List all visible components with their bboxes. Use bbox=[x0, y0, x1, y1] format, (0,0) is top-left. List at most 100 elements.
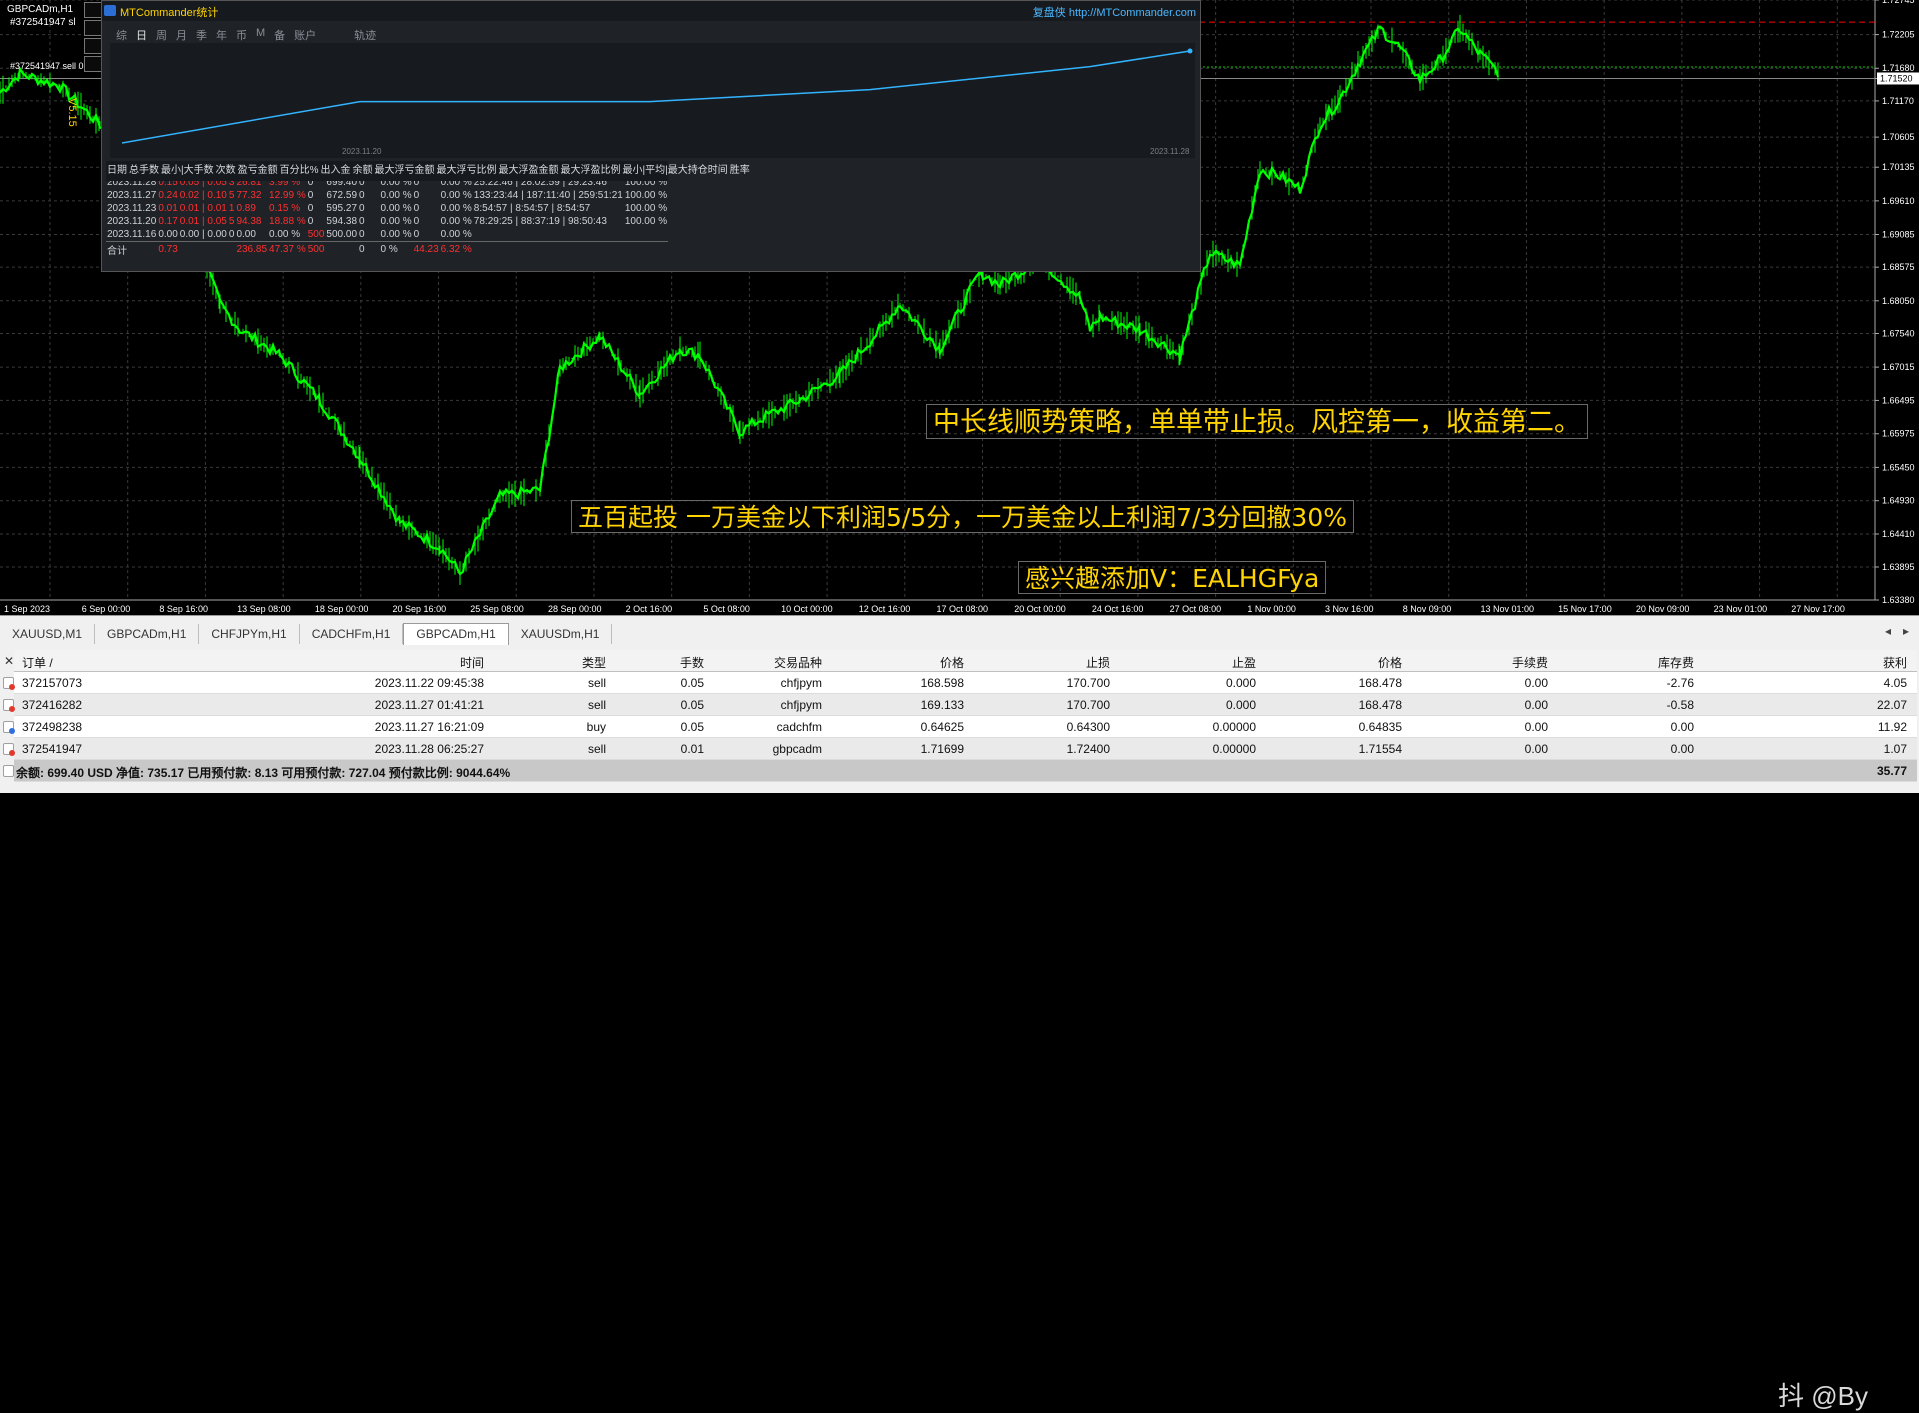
date-axis-label: 20 Oct 00:00 bbox=[1014, 604, 1066, 614]
symbol-tabs[interactable]: XAUUSD,M1 GBPCADm,H1 CHFJPYm,H1 CADCHFm,H1 G… bbox=[0, 623, 613, 645]
order-cell-time: 2023.11.22 09:45:38 bbox=[374, 676, 484, 690]
tabs-scroll-left-icon[interactable]: ◂ bbox=[1885, 624, 1891, 638]
order-cell-swap: 0.00 bbox=[1670, 742, 1694, 756]
order-cell-swap: -0.58 bbox=[1666, 698, 1694, 712]
stats-tab[interactable]: 月 bbox=[176, 27, 187, 43]
stats-tab[interactable]: 轨迹 bbox=[354, 27, 376, 43]
date-axis-label: 23 Nov 01:00 bbox=[1714, 604, 1768, 614]
stats-cell: 0.00 % bbox=[380, 203, 412, 214]
equity-curve-end-point bbox=[1187, 48, 1193, 54]
date-axis-label: 8 Sep 16:00 bbox=[159, 604, 208, 614]
date-axis-label: 5 Oct 08:00 bbox=[703, 604, 750, 614]
chart-collapse-button[interactable] bbox=[84, 2, 102, 18]
stats-column-header: 最大浮盈比例 bbox=[560, 165, 621, 176]
stats-tab[interactable]: 账户 bbox=[294, 27, 316, 43]
stats-cell bbox=[325, 241, 359, 257]
order-row[interactable]: 372541947 2023.11.28 06:25:27 sell 0.01 gbpc… bbox=[3, 738, 1917, 760]
stats-cell: 594.38 bbox=[326, 216, 358, 227]
stats-column-header: 最小|平均|最大持仓时间 bbox=[622, 165, 728, 176]
date-axis-label: 24 Oct 16:00 bbox=[1092, 604, 1144, 614]
stats-cell: 0.00 | 0.00 bbox=[179, 229, 227, 240]
stats-cell: 0.73 bbox=[157, 241, 179, 257]
stats-cell: 100.00 % bbox=[624, 216, 668, 227]
symbol-tab[interactable]: XAUUSDm,H1 bbox=[509, 624, 613, 644]
stats-cell: 0.01 | 0.05 bbox=[179, 216, 227, 227]
price-axis-label: 1.66495 bbox=[1882, 395, 1915, 405]
stats-column-header: 百分比% bbox=[279, 165, 319, 176]
stats-tab[interactable]: 周 bbox=[156, 27, 167, 43]
price-chart-area[interactable]: 1.72745 1.72205 1.71680 1.71170 1.70605 1.701… bbox=[0, 0, 1919, 615]
stats-tab[interactable]: 综 bbox=[116, 27, 127, 43]
stats-cell: 2023.11.23 bbox=[107, 203, 157, 214]
tabs-scroll-right-icon[interactable]: ▸ bbox=[1903, 624, 1909, 638]
stats-panel[interactable]: MTCommander统计 复盘侠 http://MTCommander.com… bbox=[101, 0, 1201, 272]
order-cell-open-price: 169.133 bbox=[920, 698, 964, 712]
chart-symbol-title: GBPCADm,H1 bbox=[7, 4, 74, 15]
stats-column-header: 最大浮亏比例 bbox=[436, 165, 497, 176]
price-axis-label: 1.63895 bbox=[1882, 562, 1915, 572]
date-axis-label: 1 Nov 00:00 bbox=[1247, 604, 1296, 614]
order-cell-price: 1.71554 bbox=[1358, 742, 1402, 756]
order-cell-lots: 0.05 bbox=[680, 720, 704, 734]
stats-column-header: 最小|大手数 bbox=[161, 165, 214, 176]
date-axis-label: 20 Sep 16:00 bbox=[393, 604, 447, 614]
date-axis-label: 25 Sep 08:00 bbox=[470, 604, 524, 614]
orders-header-row[interactable]: 订单 / 时间 类型 手数 交易品种 价格 止损 止盈 价格 手续费 库存费 获利 bbox=[14, 650, 1917, 672]
stats-tab[interactable]: 币 bbox=[236, 27, 247, 43]
stats-cell: 595.27 bbox=[326, 203, 358, 214]
order-cell-sl: 170.700 bbox=[1066, 698, 1110, 712]
price-axis-label: 1.69085 bbox=[1882, 229, 1915, 239]
orders-table[interactable]: 订单 / 时间 类型 手数 交易品种 价格 止损 止盈 价格 手续费 库存费 获利 372157073 2… bbox=[3, 650, 1917, 782]
annotation-contact: 感兴趣添加V：EALHGFya bbox=[1018, 561, 1327, 594]
symbol-tab[interactable]: CADCHFm,H1 bbox=[300, 624, 404, 644]
stats-tab[interactable] bbox=[325, 27, 345, 43]
order-row[interactable]: 372157073 2023.11.22 09:45:38 sell 0.05 chfj… bbox=[3, 672, 1917, 694]
order-cell-profit: 11.92 bbox=[1877, 720, 1907, 734]
chart-next-button[interactable] bbox=[84, 38, 102, 54]
stats-tab[interactable]: 季 bbox=[196, 27, 207, 43]
orders-column-header: 价格 bbox=[939, 656, 964, 670]
orders-column-header: 手续费 bbox=[1511, 656, 1548, 670]
graph-start-date: 2023.11.20 bbox=[342, 147, 382, 156]
symbol-tab[interactable]: CHFJPYm,H1 bbox=[199, 624, 300, 644]
price-axis-label: 1.72205 bbox=[1882, 30, 1915, 40]
stats-cell: 合计 bbox=[106, 241, 158, 257]
stats-cell: 0 bbox=[413, 216, 420, 227]
orders-column-header: 库存费 bbox=[1657, 656, 1694, 670]
orders-column-header: 交易品种 bbox=[773, 656, 822, 670]
chart-menu-button[interactable] bbox=[84, 56, 102, 72]
stats-tab[interactable]: 备 bbox=[274, 27, 285, 43]
stats-tab[interactable]: 年 bbox=[216, 27, 227, 43]
order-row[interactable]: 372416282 2023.11.27 01:41:21 sell 0.05 chfj… bbox=[3, 694, 1917, 716]
symbol-tab[interactable]: GBPCADm,H1 bbox=[95, 624, 200, 644]
stats-tabs[interactable]: 综日周月季年币 M 备账户 轨迹 bbox=[116, 27, 376, 43]
stats-panel-brand-link[interactable]: 复盘侠 http://MTCommander.com bbox=[1033, 4, 1196, 20]
date-axis-label: 6 Sep 00:00 bbox=[82, 604, 131, 614]
annotation-strategy: 中长线顺势策略，单单带止损。风控第一，收益第二。 bbox=[926, 404, 1588, 439]
order-cell-sl: 1.72400 bbox=[1066, 742, 1110, 756]
order-cell-type: sell bbox=[587, 742, 606, 756]
mtcommander-logo-icon bbox=[104, 5, 116, 16]
symbol-tab[interactable]: GBPCADm,H1 bbox=[403, 623, 509, 645]
order-cell-id: 372157073 bbox=[22, 676, 83, 690]
order-cell-tp: 0.00000 bbox=[1212, 720, 1256, 734]
stats-cell: 0.89 bbox=[236, 203, 256, 214]
chart-prev-button[interactable] bbox=[84, 20, 102, 36]
stats-cell: 0.00 % bbox=[440, 203, 472, 214]
order-cell-tp: 0.000 bbox=[1225, 676, 1256, 690]
order-cell-symbol: chfjpym bbox=[780, 698, 822, 712]
order-row[interactable]: 372498238 2023.11.27 16:21:09 buy 0.05 cadch… bbox=[3, 716, 1917, 738]
stats-cell: 0.15 % bbox=[269, 203, 301, 214]
order-cell-lots: 0.01 bbox=[680, 742, 704, 756]
price-axis-label: 1.71680 bbox=[1882, 63, 1915, 73]
stats-tab[interactable]: M bbox=[256, 27, 265, 43]
stats-tab[interactable]: 日 bbox=[136, 27, 147, 43]
stats-cell: 2023.11.20 bbox=[107, 216, 157, 227]
order-cell-id: 372416282 bbox=[22, 698, 83, 712]
account-summary-row: 余额: 699.40 USD 净值: 735.17 已用预付款: 8.13 可用… bbox=[3, 760, 1917, 782]
price-axis-label: 1.67015 bbox=[1882, 362, 1915, 372]
date-axis-label: 27 Oct 08:00 bbox=[1170, 604, 1222, 614]
terminal-panel[interactable]: XAUUSD,M1 GBPCADm,H1 CHFJPYm,H1 CADCHFm,H1 G… bbox=[0, 615, 1919, 1411]
terminal-close-icon[interactable]: ✕ bbox=[4, 654, 14, 668]
symbol-tab[interactable]: XAUUSD,M1 bbox=[0, 624, 96, 644]
